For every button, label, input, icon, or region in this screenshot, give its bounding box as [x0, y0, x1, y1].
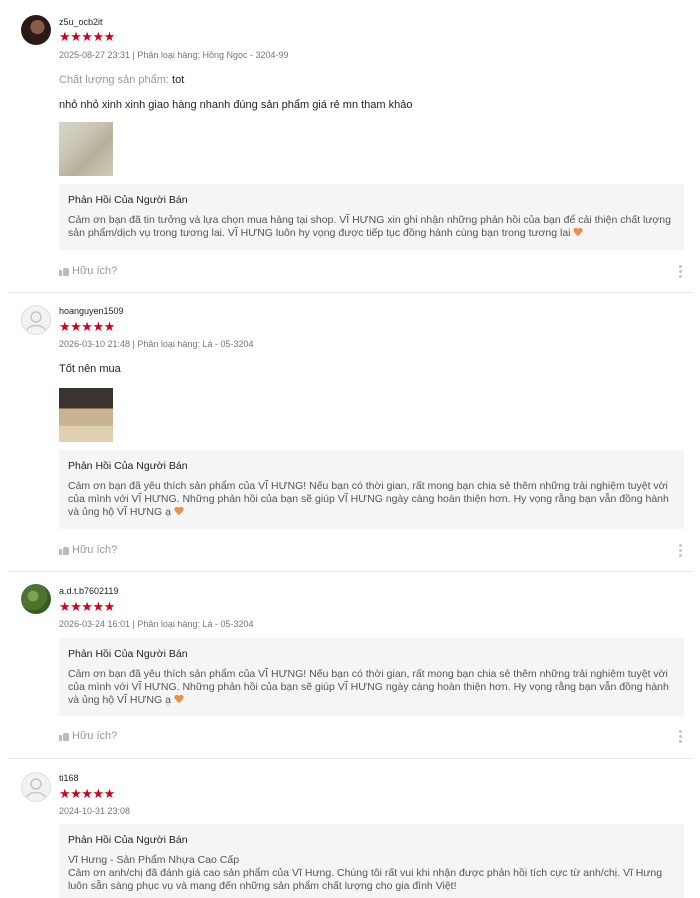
star-rating: ★★★★★	[59, 29, 115, 44]
seller-reply-text: Cảm ơn bạn đã yêu thích sản phẩm của VĨ …	[68, 668, 669, 706]
helpful-label: Hữu ích?	[72, 730, 118, 742]
star-rating: ★★★★★	[59, 319, 115, 334]
seller-reply-text: Cảm ơn anh/chị đã đánh giá cao sản phẩm …	[68, 867, 663, 892]
avatar[interactable]	[21, 584, 51, 614]
review-photo[interactable]	[59, 122, 113, 176]
seller-reply-title: Phản Hồi Của Người Bán	[68, 194, 188, 206]
avatar[interactable]	[21, 15, 51, 45]
seller-reply: Phản Hồi Của Người Bán Cảm ơn bạn đã yêu…	[59, 638, 684, 716]
review-meta: 2025-08-27 23:31 | Phân loại hàng: Hồng …	[59, 50, 289, 60]
helpful-label: Hữu ích?	[72, 544, 118, 556]
seller-reply: Phản Hồi Của Người Bán Cảm ơn bạn đã yêu…	[59, 450, 684, 529]
username[interactable]: ti168	[59, 773, 79, 783]
username[interactable]: hoanguyen1509	[59, 306, 124, 316]
thumbs-up-icon	[59, 545, 69, 555]
seller-reply: Phản Hồi Của Người Bán Vĩ Hưng - Sản Phẩ…	[59, 824, 684, 898]
quality-value: tot	[172, 74, 185, 86]
user-icon	[26, 778, 46, 798]
seller-reply: Phản Hồi Của Người Bán Cảm ơn bạn đã tin…	[59, 184, 684, 250]
seller-reply-title: Phản Hồi Của Người Bán	[68, 460, 188, 472]
quality-attribute: Chất lượng sản phẩm: tot	[59, 74, 184, 86]
review-meta: 2026-03-24 16:01 | Phân loại hàng: Lá - …	[59, 619, 254, 629]
seller-reply-text: Cảm ơn bạn đã yêu thích sản phẩm của VĨ …	[68, 480, 669, 518]
review-item: z5u_ocb2it ★★★★★ 2025-08-27 23:31 | Phân…	[0, 0, 700, 292]
avatar[interactable]	[21, 305, 51, 335]
helpful-button[interactable]: Hữu ích?	[59, 544, 117, 556]
username[interactable]: a.d.t.b7602119	[59, 586, 118, 596]
review-photo[interactable]	[59, 388, 113, 442]
heart-icon	[174, 507, 184, 516]
review-comment: nhỏ nhỏ xinh xinh giao hàng nhanh đúng s…	[59, 99, 413, 111]
seller-reply-title: Phản Hồi Của Người Bán	[68, 834, 188, 846]
review-meta: 2024-10-31 23:08	[59, 806, 131, 816]
review-comment: Tốt nên mua	[59, 363, 121, 375]
helpful-button[interactable]: Hữu ích?	[59, 265, 117, 277]
user-icon	[26, 311, 46, 331]
username[interactable]: z5u_ocb2it	[59, 17, 103, 27]
avatar[interactable]	[21, 772, 51, 802]
helpful-label: Hữu ích?	[72, 265, 118, 277]
helpful-button[interactable]: Hữu ích?	[59, 730, 117, 742]
review-meta: 2026-03-10 21:48 | Phân loại hàng: Lá - …	[59, 339, 254, 349]
seller-reply-title: Phản Hồi Của Người Bán	[68, 648, 188, 660]
quality-label: Chất lượng sản phẩm:	[59, 74, 169, 86]
heart-icon	[573, 228, 583, 237]
more-options-icon[interactable]	[679, 544, 683, 557]
review-item: a.d.t.b7602119 ★★★★★ 2026-03-24 16:01 | …	[0, 572, 700, 758]
more-options-icon[interactable]	[679, 265, 683, 278]
seller-reply-subtitle: Vĩ Hưng - Sản Phẩm Nhựa Cao Cấp	[68, 854, 240, 866]
review-item: ti168 ★★★★★ 2024-10-31 23:08 Phản Hồi Củ…	[0, 759, 700, 898]
star-rating: ★★★★★	[59, 599, 115, 614]
review-item: hoanguyen1509 ★★★★★ 2026-03-10 21:48 | P…	[0, 293, 700, 571]
more-options-icon[interactable]	[679, 730, 683, 743]
star-rating: ★★★★★	[59, 786, 115, 801]
thumbs-up-icon	[59, 731, 69, 741]
heart-icon	[174, 695, 184, 704]
thumbs-up-icon	[59, 266, 69, 276]
